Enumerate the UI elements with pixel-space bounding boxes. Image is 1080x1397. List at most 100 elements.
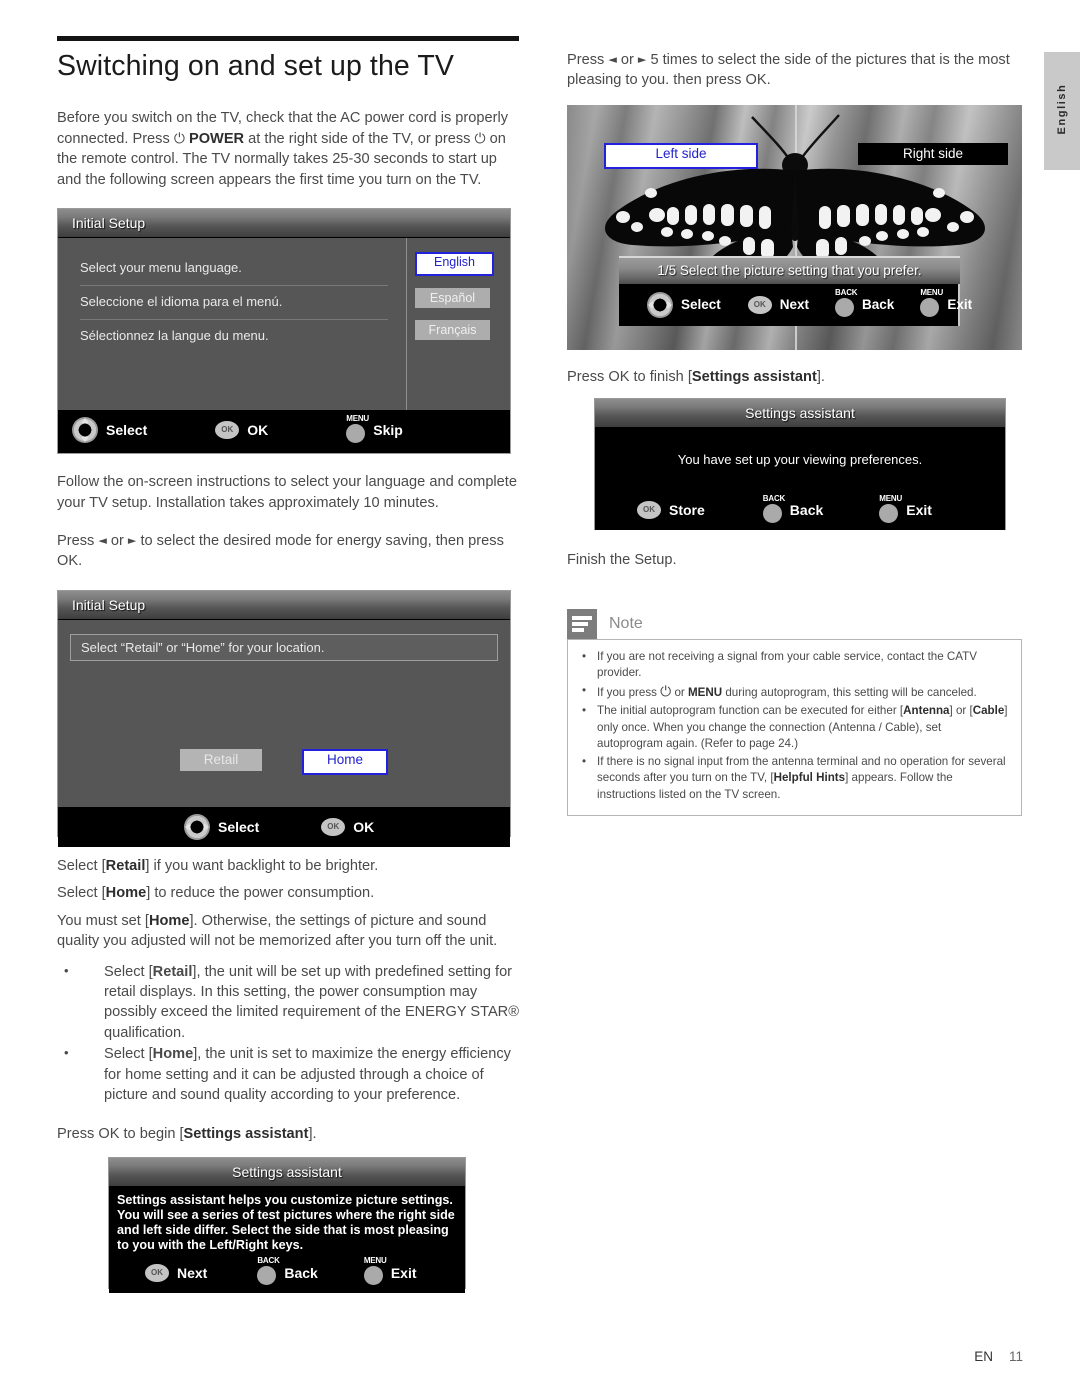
language-option-english[interactable]: English xyxy=(415,252,494,277)
osd-initial-setup-language: Initial Setup Select your menu language.… xyxy=(57,208,511,455)
list-item: The initial autoprogram function can be … xyxy=(580,703,1009,752)
footer-action-label: Next xyxy=(177,1264,208,1281)
footer-action-exit[interactable]: MENU Exit xyxy=(363,1256,417,1288)
energy-paragraph: Press ◄ or ► to select the desired mode … xyxy=(57,533,504,570)
intro-paragraph: Before you switch on the TV, check that … xyxy=(57,110,509,188)
heading-rule xyxy=(57,36,519,41)
assistant-intro-text: Settings assistant helps you customize p… xyxy=(117,1192,455,1252)
back-button-dot xyxy=(257,1266,277,1286)
footer-action-ok[interactable]: OK OK xyxy=(215,421,269,440)
dpad-left-right-icon xyxy=(647,291,673,318)
begin-assistant-line: Press OK to begin [Settings assistant]. xyxy=(57,1125,317,1142)
menu-button-dot xyxy=(879,503,899,523)
language-option-francais[interactable]: Français xyxy=(415,320,490,341)
osd-footer: Select OK OK MENU Skip xyxy=(58,410,510,451)
osd-settings-assistant-intro: Settings assistant Settings assistant he… xyxy=(108,1156,466,1293)
location-option-home[interactable]: Home xyxy=(302,748,388,775)
note-list: If you are not receiving a signal from y… xyxy=(580,649,1009,804)
list-item: Select [Home], the unit is set to maximi… xyxy=(57,1044,519,1105)
footer-action-select[interactable]: Select xyxy=(184,813,259,840)
list-item: If there is no signal input from the ant… xyxy=(580,754,1009,803)
left-side-tag[interactable]: Left side xyxy=(604,142,758,169)
footer-action-next[interactable]: OK Next xyxy=(145,1263,208,1282)
footer-action-exit[interactable]: MENU Exit xyxy=(920,288,973,320)
ok-button-icon: OK xyxy=(747,295,772,314)
osd-footer: Select OK OK xyxy=(58,806,510,847)
location-option-retail[interactable]: Retail xyxy=(180,748,262,771)
language-prompt-row: Sélectionnez la langue du menu. xyxy=(80,328,269,344)
footer-action-label: Back xyxy=(862,297,895,313)
page-title: Switching on and set up the TV xyxy=(57,50,454,82)
right-column: Press ◄ or ► 5 times to select the side … xyxy=(567,50,1022,817)
footer-action-label: Skip xyxy=(373,422,403,439)
footer-action-label: Back xyxy=(789,502,824,519)
back-button-cap: BACK xyxy=(257,1256,280,1266)
language-option-list: English Español Français xyxy=(406,238,510,411)
osd-body: You have set up your viewing preferences… xyxy=(595,428,1005,491)
location-banner: Select “Retail” or “Home” for your locat… xyxy=(70,633,498,661)
back-button-icon: BACK xyxy=(257,1256,280,1288)
footer-code: EN xyxy=(974,1349,993,1364)
language-option-espanol[interactable]: Español xyxy=(415,288,490,309)
right-side-tag[interactable]: Right side xyxy=(858,142,1008,165)
finish-setup-line: Finish the Setup. xyxy=(567,552,677,569)
osd-body: Select your menu language. Seleccione el… xyxy=(58,238,510,411)
back-button-icon: BACK xyxy=(835,288,858,320)
footer-action-label: Next xyxy=(779,297,810,313)
ok-button-icon: OK xyxy=(637,501,661,520)
note-block: Note If you are not receiving a signal f… xyxy=(567,608,1022,817)
footer-action-label: Select xyxy=(106,422,148,439)
language-prompt-row: Select your menu language. xyxy=(80,252,388,287)
menu-button-icon: MENU xyxy=(363,1256,387,1288)
retail-line: Select [Retail] if you want backlight to… xyxy=(57,857,379,874)
manual-page: Switching on and set up the TV Before yo… xyxy=(0,0,1080,1397)
list-item: If you are not receiving a signal from y… xyxy=(580,649,1009,682)
footer-action-label: Back xyxy=(284,1264,318,1281)
footer-action-label: Exit xyxy=(947,297,973,313)
note-icon xyxy=(567,608,597,639)
osd-initial-setup-location: Initial Setup Select “Retail” or “Home” … xyxy=(57,589,511,847)
menu-button-cap: MENU xyxy=(920,288,944,298)
ok-button-icon: OK xyxy=(215,421,240,440)
osd-footer: OK Next BACK Back MENU Exit xyxy=(109,1252,465,1293)
footer-action-back[interactable]: BACK Back xyxy=(257,1256,318,1288)
footer-action-label: OK xyxy=(247,422,269,439)
footer-action-back[interactable]: BACK Back xyxy=(835,288,895,320)
location-option-list: Retail Home xyxy=(70,748,498,775)
right-intro-paragraph: Press ◄ or ► 5 times to select the side … xyxy=(567,52,1010,89)
picture-prompt: 1/5 Select the picture setting that you … xyxy=(619,255,960,284)
footer-action-label: Exit xyxy=(390,1264,417,1281)
osd-body: Settings assistant helps you customize p… xyxy=(109,1186,465,1253)
language-side-tab-label: English xyxy=(1056,83,1068,135)
menu-button-dot xyxy=(363,1266,383,1286)
language-prompt-row: Seleccione el idioma para el menú. xyxy=(80,286,388,321)
footer-action-store[interactable]: OK Store xyxy=(637,501,705,520)
home-line: Select [Home] to reduce the power consum… xyxy=(57,885,375,902)
back-button-dot xyxy=(762,503,782,523)
footer-action-skip[interactable]: MENU Skip xyxy=(346,414,403,446)
footer-action-select[interactable]: Select xyxy=(72,417,148,444)
back-button-cap: BACK xyxy=(762,493,786,503)
list-item: Select [Retail], the unit will be set up… xyxy=(57,962,519,1044)
back-button-dot xyxy=(835,298,855,318)
menu-button-cap: MENU xyxy=(363,1256,387,1266)
footer-action-select[interactable]: Select xyxy=(647,291,721,318)
footer-action-ok[interactable]: OK OK xyxy=(321,817,375,836)
after-language-paragraph: Follow the on-screen instructions to sel… xyxy=(57,474,517,511)
osd-title: Settings assistant xyxy=(109,1157,465,1187)
language-prompt-list: Select your menu language. Seleccione el… xyxy=(58,238,406,410)
footer-action-label: Exit xyxy=(906,502,932,519)
ok-button-icon: OK xyxy=(145,1263,169,1282)
footer-action-next[interactable]: OK Next xyxy=(747,295,810,314)
footer-action-label: Select xyxy=(681,297,721,313)
footer-action-back[interactable]: BACK Back xyxy=(762,493,824,526)
dpad-left-right-icon xyxy=(184,813,210,840)
osd-footer: Select OK Next BACK Back MENU Exit xyxy=(619,283,972,326)
footer-action-exit[interactable]: MENU Exit xyxy=(879,494,932,526)
footer-action-label: OK xyxy=(353,818,375,835)
back-button-cap: BACK xyxy=(835,288,858,298)
finish-assistant-line: Press OK to finish [Settings assistant]. xyxy=(567,368,825,385)
language-side-tab: English xyxy=(1044,52,1080,170)
menu-button-icon: MENU xyxy=(920,288,943,320)
menu-button-icon: MENU xyxy=(879,494,902,526)
